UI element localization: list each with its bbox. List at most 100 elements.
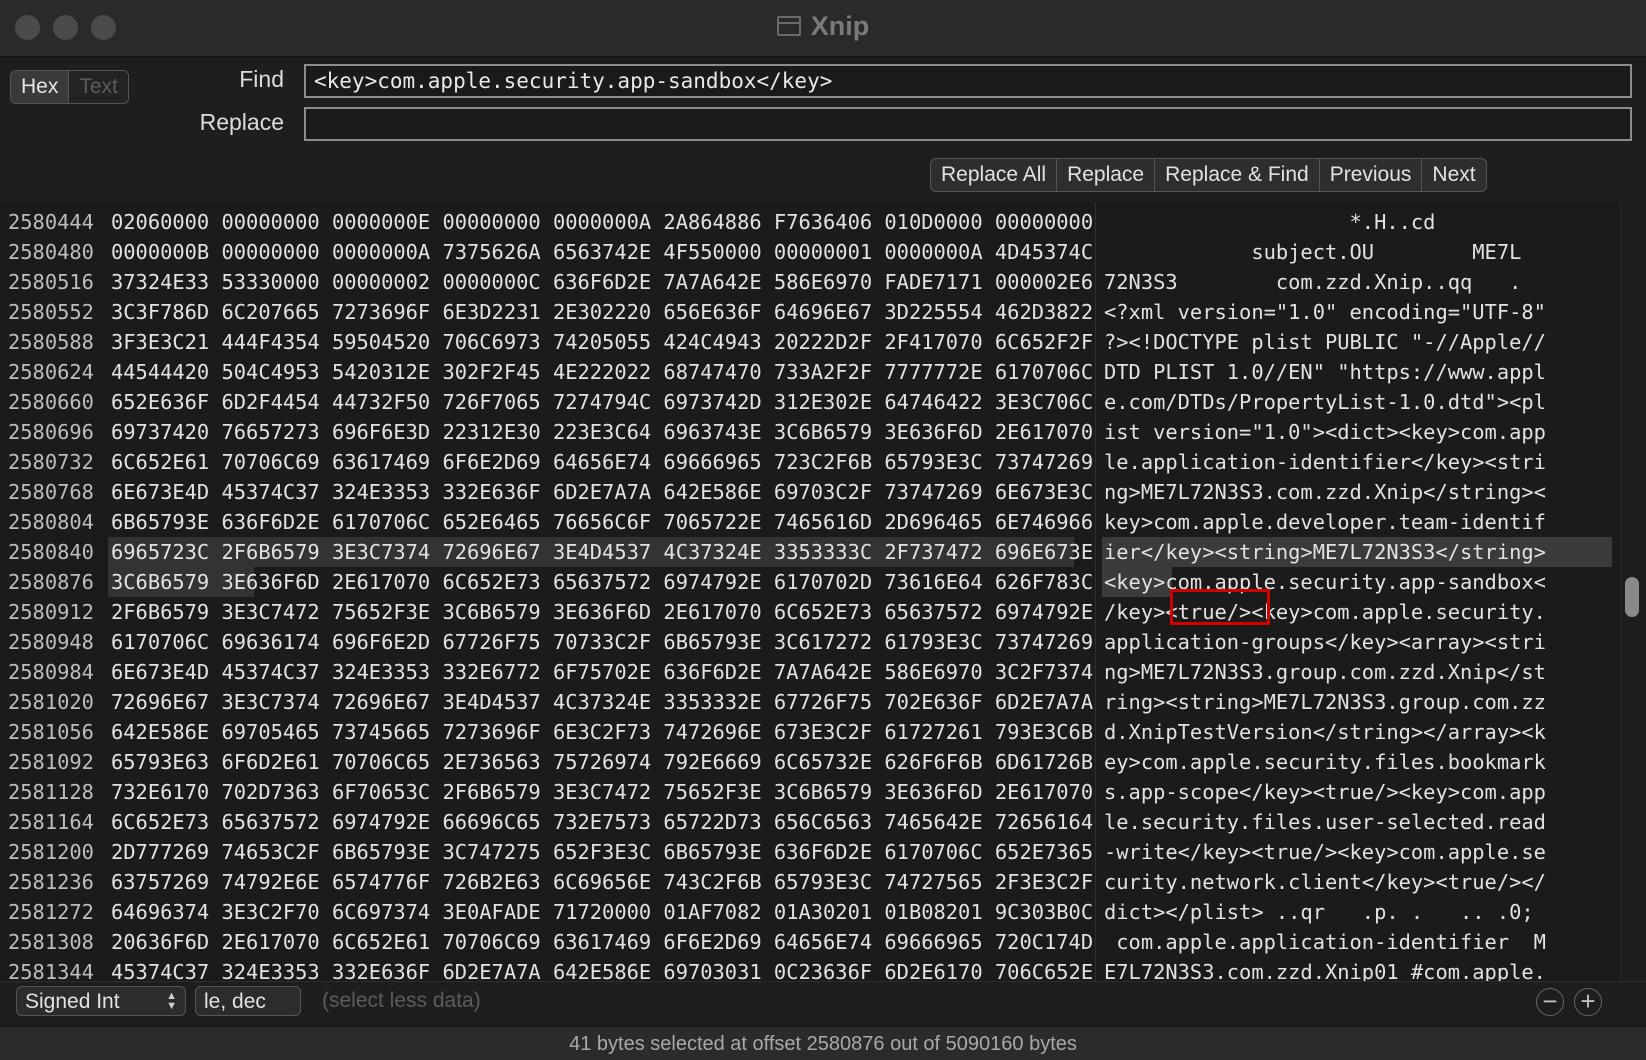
replace-button[interactable]: Replace: [1057, 159, 1156, 191]
row-hex-bytes[interactable]: 6E673E4D 45374C37 324E3353 332E636F 6D2E…: [111, 477, 1093, 507]
row-offset: 2580804: [8, 510, 94, 534]
row-hex-bytes[interactable]: 732E6170 702D7363 6F70653C 2F6B6579 3E3C…: [111, 777, 1093, 807]
row-hex-bytes[interactable]: 02060000 00000000 0000000E 00000000 0000…: [111, 207, 1093, 237]
row-hex-bytes[interactable]: 63757269 74792E6E 6574776F 726B2E63 6C69…: [111, 867, 1093, 897]
row-hex-bytes[interactable]: 6170706C 69636174 696F6E2D 67726F75 7073…: [111, 627, 1093, 657]
hex-row[interactable]: 2580660 652E636F 6D2F4454 44732F50 726F70…: [0, 387, 1646, 417]
row-hex-bytes[interactable]: 6C652E73 65637572 6974792E 66696C65 732E…: [111, 807, 1093, 837]
row-text[interactable]: com.apple.application-identifier M: [1104, 927, 1546, 957]
row-hex-bytes[interactable]: 64696374 3E3C2F70 6C697374 3E0AFADE 7172…: [111, 897, 1093, 927]
row-text[interactable]: *.H..cd: [1104, 207, 1436, 237]
row-hex-bytes[interactable]: 6B65793E 636F6D2E 6170706C 652E6465 7665…: [111, 507, 1093, 537]
find-input[interactable]: <key>com.apple.security.app-sandbox</key…: [304, 64, 1632, 98]
row-text[interactable]: d.XnipTestVersion</string></array><k: [1104, 717, 1546, 747]
hex-row[interactable]: 2581200 2D777269 74653C2F 6B65793E 3C7472…: [0, 837, 1646, 867]
title-bar: Xnip: [0, 0, 1646, 57]
replace-all-button[interactable]: Replace All: [931, 159, 1058, 191]
hex-row[interactable]: 2581164 6C652E73 65637572 6974792E 66696C…: [0, 807, 1646, 837]
hex-row[interactable]: 2580732 6C652E61 70706C69 63617469 6F6E2D…: [0, 447, 1646, 477]
hex-row[interactable]: 2581272 64696374 3E3C2F70 6C697374 3E0AFA…: [0, 897, 1646, 927]
text-mode-button[interactable]: Text: [69, 71, 128, 103]
row-text[interactable]: ring><string>ME7L72N3S3.group.com.zz: [1104, 687, 1546, 717]
row-text[interactable]: ist version="1.0"><dict><key>com.app: [1104, 417, 1546, 447]
window-title: Xnip: [810, 11, 870, 41]
hex-row[interactable]: 2580552 3C3F786D 6C207665 7273696F 6E3D22…: [0, 297, 1646, 327]
row-hex-bytes[interactable]: 3F3E3C21 444F4354 59504520 706C6973 7420…: [111, 327, 1093, 357]
row-offset: 2580948: [8, 630, 94, 654]
row-offset: 2580732: [8, 450, 94, 474]
row-text[interactable]: s.app-scope</key><true/><key>com.app: [1104, 777, 1546, 807]
hex-row[interactable]: 2580768 6E673E4D 45374C37 324E3353 332E63…: [0, 477, 1646, 507]
replace-and-find-button[interactable]: Replace & Find: [1155, 159, 1320, 191]
hex-row[interactable]: 2581128 732E6170 702D7363 6F70653C 2F6B65…: [0, 777, 1646, 807]
row-text[interactable]: <?xml version="1.0" encoding="UTF-8": [1104, 297, 1546, 327]
hex-row[interactable]: 2580948 6170706C 69636174 696F6E2D 67726F…: [0, 627, 1646, 657]
row-hex-bytes[interactable]: 6965723C 2F6B6579 3E3C7374 72696E67 3E4D…: [111, 537, 1093, 567]
row-text[interactable]: application-groups</key><array><stri: [1104, 627, 1546, 657]
row-hex-bytes[interactable]: 3C6B6579 3E636F6D 2E617070 6C652E73 6563…: [111, 567, 1093, 597]
row-text[interactable]: DTD PLIST 1.0//EN" "https://www.appl: [1104, 357, 1546, 387]
row-hex-bytes[interactable]: 44544420 504C4953 5420312E 302F2F45 4E22…: [111, 357, 1093, 387]
row-offset: 2580588: [8, 330, 94, 354]
hex-row[interactable]: 2580696 69737420 76657273 696F6E3D 22312E…: [0, 417, 1646, 447]
row-hex-bytes[interactable]: 652E636F 6D2F4454 44732F50 726F7065 7274…: [111, 387, 1093, 417]
replace-input[interactable]: [304, 107, 1632, 141]
hex-row[interactable]: 2581308 20636F6D 2E617070 6C652E61 70706C…: [0, 927, 1646, 957]
next-button[interactable]: Next: [1422, 159, 1485, 191]
hex-row[interactable]: 2580516 37324E33 53330000 00000002 000000…: [0, 267, 1646, 297]
row-text[interactable]: key>com.apple.developer.team-identif: [1104, 507, 1546, 537]
hex-row[interactable]: 2580804 6B65793E 636F6D2E 6170706C 652E64…: [0, 507, 1646, 537]
hex-row[interactable]: 2581056 642E586E 69705465 73745665 727369…: [0, 717, 1646, 747]
row-hex-bytes[interactable]: 2F6B6579 3E3C7472 75652F3E 3C6B6579 3E63…: [111, 597, 1093, 627]
scrollbar-thumb[interactable]: [1625, 577, 1639, 617]
row-hex-bytes[interactable]: 6E673E4D 45374C37 324E3353 332E6772 6F75…: [111, 657, 1093, 687]
row-text[interactable]: le.security.files.user-selected.read: [1104, 807, 1546, 837]
row-hex-bytes[interactable]: 20636F6D 2E617070 6C652E61 70706C69 6361…: [111, 927, 1093, 957]
row-text[interactable]: e.com/DTDs/PropertyList-1.0.dtd"><pl: [1104, 387, 1546, 417]
hex-row[interactable]: 2581020 72696E67 3E3C7374 72696E67 3E4D45…: [0, 687, 1646, 717]
previous-button[interactable]: Previous: [1320, 159, 1423, 191]
row-text[interactable]: le.application-identifier</key><stri: [1104, 447, 1546, 477]
hex-row[interactable]: 2580984 6E673E4D 45374C37 324E3353 332E67…: [0, 657, 1646, 687]
row-offset: 2580444: [8, 210, 94, 234]
row-offset: 2581056: [8, 720, 94, 744]
row-text[interactable]: ?><!DOCTYPE plist PUBLIC "-//Apple//: [1104, 327, 1546, 357]
row-hex-bytes[interactable]: 69737420 76657273 696F6E3D 22312E30 223E…: [111, 417, 1093, 447]
hex-row[interactable]: 2581236 63757269 74792E6E 6574776F 726B2E…: [0, 867, 1646, 897]
row-offset: 2580840: [8, 540, 94, 564]
row-text[interactable]: ng>ME7L72N3S3.group.com.zzd.Xnip</st: [1104, 657, 1546, 687]
row-text[interactable]: ng>ME7L72N3S3.com.zzd.Xnip</string><: [1104, 477, 1546, 507]
hex-row[interactable]: 2580588 3F3E3C21 444F4354 59504520 706C69…: [0, 327, 1646, 357]
hex-row[interactable]: 2580480 0000000B 00000000 0000000A 737562…: [0, 237, 1646, 267]
hex-row[interactable]: 2580912 2F6B6579 3E3C7472 75652F3E 3C6B65…: [0, 597, 1646, 627]
hex-row[interactable]: 2580876 3C6B6579 3E636F6D 2E617070 6C652E…: [0, 567, 1646, 597]
row-text[interactable]: ey>com.apple.security.files.bookmark: [1104, 747, 1546, 777]
hex-mode-button[interactable]: Hex: [11, 71, 70, 103]
row-offset: 2581308: [8, 930, 94, 954]
hex-row[interactable]: 2580624 44544420 504C4953 5420312E 302F2F…: [0, 357, 1646, 387]
row-text[interactable]: subject.OU ME7L: [1104, 237, 1521, 267]
row-text[interactable]: ier</key><string>ME7L72N3S3</string>: [1104, 537, 1546, 567]
add-inspector-button[interactable]: +: [1574, 988, 1602, 1016]
row-text[interactable]: dict></plist> ..qr .p. . .. .0;: [1104, 897, 1534, 927]
type-popup[interactable]: Signed Int ▲ ▼: [16, 986, 186, 1016]
hex-editor-view[interactable]: 2580444 02060000 00000000 0000000E 000000…: [0, 203, 1646, 984]
row-hex-bytes[interactable]: 3C3F786D 6C207665 7273696F 6E3D2231 2E30…: [111, 297, 1093, 327]
row-hex-bytes[interactable]: 642E586E 69705465 73745665 7273696F 6E3C…: [111, 717, 1093, 747]
row-text[interactable]: curity.network.client</key><true/></: [1104, 867, 1546, 897]
row-hex-bytes[interactable]: 6C652E61 70706C69 63617469 6F6E2D69 6465…: [111, 447, 1093, 477]
format-popup[interactable]: le, dec: [195, 986, 301, 1016]
row-text[interactable]: -write</key><true/><key>com.apple.se: [1104, 837, 1546, 867]
hex-row[interactable]: 2581092 65793E63 6F6D2E61 70706C65 2E7365…: [0, 747, 1646, 777]
find-replace-buttons: Replace All Replace Replace & Find Previ…: [930, 158, 1487, 192]
row-hex-bytes[interactable]: 0000000B 00000000 0000000A 7375626A 6563…: [111, 237, 1093, 267]
row-text[interactable]: 72N3S3 com.zzd.Xnip..qq .: [1104, 267, 1521, 297]
row-hex-bytes[interactable]: 65793E63 6F6D2E61 70706C65 2E736563 7572…: [111, 747, 1093, 777]
hex-row[interactable]: 2580444 02060000 00000000 0000000E 000000…: [0, 207, 1646, 237]
row-hex-bytes[interactable]: 72696E67 3E3C7374 72696E67 3E4D4537 4C37…: [111, 687, 1093, 717]
hex-row[interactable]: 2580840 6965723C 2F6B6579 3E3C7374 72696E…: [0, 537, 1646, 567]
row-hex-bytes[interactable]: 37324E33 53330000 00000002 0000000C 636F…: [111, 267, 1093, 297]
row-offset: 2581164: [8, 810, 94, 834]
row-hex-bytes[interactable]: 2D777269 74653C2F 6B65793E 3C747275 652F…: [111, 837, 1093, 867]
remove-inspector-button[interactable]: −: [1536, 988, 1564, 1016]
